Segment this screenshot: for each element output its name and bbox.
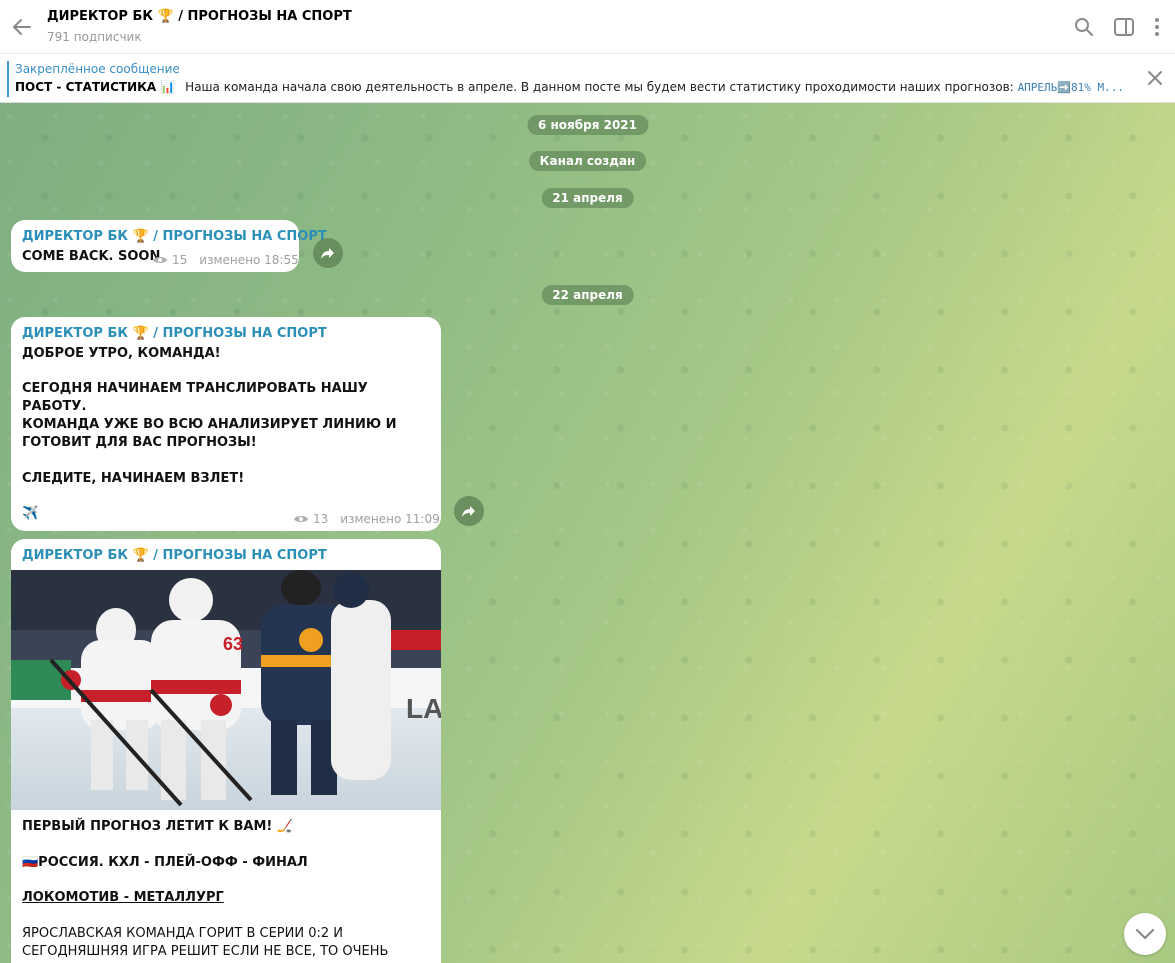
message-bubble[interactable]: ДИРЕКТОР БК 🏆 / ПРОГНОЗЫ НА СПОРТ ДОБРОЕ… <box>11 317 441 531</box>
service-message: Канал создан <box>528 151 647 171</box>
hockey-photo[interactable]: LADA 63 <box>11 570 441 810</box>
chevron-down-icon <box>1135 928 1155 940</box>
message-text: ПЕРВЫЙ ПРОГНОЗ ЛЕТИТ К ВАМ! 🏒 <box>22 819 294 834</box>
message-text: COME BACK. SOON <box>22 249 161 264</box>
channel-title[interactable]: ДИРЕКТОР БК 🏆 / ПРОГНОЗЫ НА СПОРТ <box>47 9 352 24</box>
share-button[interactable] <box>313 238 343 268</box>
date-pill: 6 ноября 2021 <box>526 115 649 135</box>
airplane-emoji: ✈️ <box>22 506 39 521</box>
more-vertical-icon[interactable] <box>1145 15 1169 39</box>
eye-icon <box>294 516 308 522</box>
sidebar-toggle-icon[interactable] <box>1112 15 1136 39</box>
message-text: КОМАНДА УЖЕ ВО ВСЮ АНАЛИЗИРУЕТ ЛИНИЮ И Г… <box>22 417 397 450</box>
edited-time: изменено 18:55 <box>199 253 299 267</box>
chat-area[interactable]: 6 ноября 2021 Канал создан 21 апреля ДИР… <box>0 103 1175 963</box>
message-meta: 13 изменено 11:09 <box>293 512 440 526</box>
view-count: 13 <box>313 512 329 526</box>
share-button[interactable] <box>454 496 484 526</box>
message-author[interactable]: ДИРЕКТОР БК 🏆 / ПРОГНОЗЫ НА СПОРТ <box>22 326 327 341</box>
pinned-message[interactable]: Закреплённое сообщение ПОСТ - СТАТИСТИКА… <box>0 55 1175 103</box>
message-bubble[interactable]: ДИРЕКТОР БК 🏆 / ПРОГНОЗЫ НА СПОРТ COME B… <box>11 220 327 272</box>
share-icon <box>321 248 334 259</box>
message-meta: 15 изменено 18:55 <box>152 253 299 267</box>
view-count: 15 <box>172 253 188 267</box>
search-icon[interactable] <box>1072 15 1096 39</box>
message-author[interactable]: ДИРЕКТОР БК 🏆 / ПРОГНОЗЫ НА СПОРТ <box>22 229 327 244</box>
eye-icon <box>153 257 167 263</box>
edited-time: изменено 11:09 <box>340 512 440 526</box>
pinned-title: ПОСТ - СТАТИСТИКА 📊 <box>15 80 176 94</box>
chat-header: ДИРЕКТОР БК 🏆 / ПРОГНОЗЫ НА СПОРТ 791 по… <box>0 0 1175 54</box>
message-text: ДОБРОЕ УТРО, КОМАНДА! <box>22 346 221 361</box>
subscriber-count: 791 подписчик <box>47 30 142 44</box>
message-text: ЯРОСЛАВСКАЯ КОМАНДА ГОРИТ В СЕРИИ 0:2 И … <box>22 926 389 963</box>
pinned-label: Закреплённое сообщение <box>15 62 180 76</box>
share-icon <box>462 506 475 517</box>
close-icon[interactable] <box>1145 68 1165 88</box>
pinned-accent-bar <box>7 61 9 97</box>
svg-text:63: 63 <box>223 634 243 654</box>
message-text: СЛЕДИТЕ, НАЧИНАЕМ ВЗЛЕТ! <box>22 471 245 486</box>
pinned-preview: ПОСТ - СТАТИСТИКА 📊 Наша команда начала … <box>15 80 1130 94</box>
message-text: 🇷🇺РОССИЯ. КХЛ - ПЛЕЙ-ОФФ - ФИНАЛ <box>22 855 308 870</box>
message-text: СЕГОДНЯ НАЧИНАЕМ ТРАНСЛИРОВАТЬ НАШУ РАБО… <box>22 381 368 414</box>
pinned-stat: АПРЕЛЬ➡️81% М... <box>1017 81 1124 94</box>
photo-board-text: LADA <box>406 693 441 724</box>
message-author[interactable]: ДИРЕКТОР БК 🏆 / ПРОГНОЗЫ НА СПОРТ <box>22 548 327 563</box>
date-pill: 22 апреля <box>541 285 634 305</box>
back-arrow-icon[interactable] <box>10 15 34 39</box>
message-bubble[interactable]: ДИРЕКТОР БК 🏆 / ПРОГНОЗЫ НА СПОРТ LADA <box>11 539 441 963</box>
scroll-down-button[interactable] <box>1124 913 1166 955</box>
pinned-body: Наша команда начала свою деятельность в … <box>185 80 1014 94</box>
date-pill: 21 апреля <box>541 188 634 208</box>
match-title: ЛОКОМОТИВ - МЕТАЛЛУРГ <box>22 890 224 905</box>
